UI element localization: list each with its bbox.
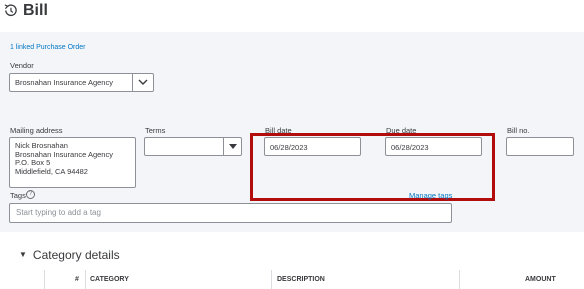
bill-no-input[interactable] [506,137,574,156]
terms-dropdown-button[interactable] [223,138,241,155]
caret-down-icon: ▼ [19,250,27,259]
tags-input[interactable]: Start typing to add a tag [9,203,452,223]
terms-select[interactable] [144,137,242,156]
page-header: Bill [0,0,584,32]
vendor-dropdown-button[interactable] [132,74,153,91]
bill-no-label: Bill no. [507,126,530,135]
column-divider [85,270,86,289]
address-line: Middlefield, CA 94482 [15,166,88,176]
column-header-description[interactable]: DESCRIPTION [277,276,325,283]
column-header-category[interactable]: CATEGORY [90,276,129,283]
column-header-amount[interactable]: AMOUNT [525,276,556,283]
column-divider [44,270,45,289]
tags-label: Tags [10,191,26,200]
date-fields-highlight [250,133,495,201]
page-title: Bill [23,2,48,19]
column-divider [459,270,460,289]
bill-history-icon[interactable] [3,3,18,18]
mailing-address-field[interactable]: Nick Brosnahan Brosnahan Insurance Agenc… [9,137,136,188]
vendor-label: Vendor [10,61,34,70]
vendor-value: Brosnahan Insurance Agency [15,78,113,87]
mailing-address-label: Mailing address [10,126,63,135]
vendor-select[interactable]: Brosnahan Insurance Agency [9,73,154,92]
linked-purchase-order-link[interactable]: 1 linked Purchase Order [10,44,85,51]
help-icon[interactable]: ? [26,190,35,199]
manage-tags-link[interactable]: Manage tags [409,191,452,200]
column-divider [271,270,272,289]
caret-down-icon [229,144,237,149]
bill-form: 1 linked Purchase Order Vendor Brosnahan… [0,32,584,232]
terms-label: Terms [145,126,166,135]
column-header-number: # [75,276,79,283]
category-details-title: Category details [32,248,120,262]
chevron-down-icon [138,79,148,85]
category-details-toggle[interactable]: ▼ Category details [19,248,120,262]
